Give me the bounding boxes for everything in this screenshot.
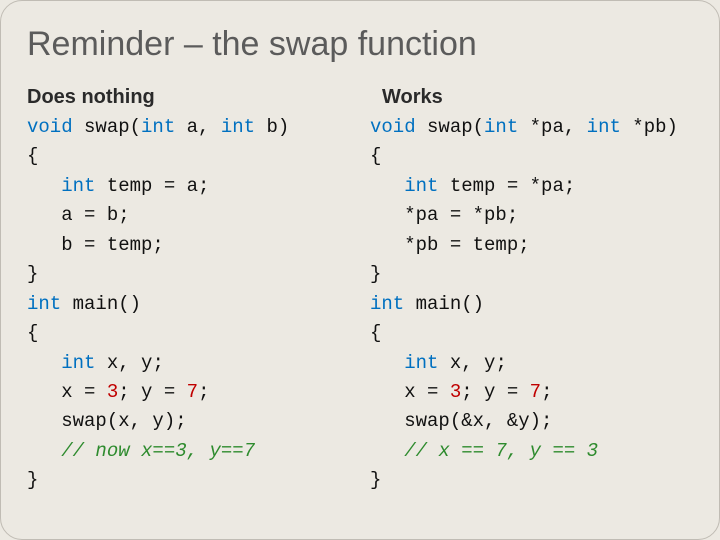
kw-int: int <box>221 116 255 138</box>
kw-void: void <box>27 116 73 138</box>
slide: Reminder – the swap function Does nothin… <box>0 0 720 540</box>
txt: main() <box>404 293 484 315</box>
txt: { <box>27 322 38 344</box>
comment: // x == 7, y == 3 <box>404 440 598 462</box>
txt: *pa, <box>518 116 586 138</box>
kw-int: int <box>587 116 621 138</box>
txt: swap(&x, &y); <box>370 410 552 432</box>
txt: b = temp; <box>27 234 164 256</box>
txt: temp = a; <box>95 175 209 197</box>
txt: ; <box>198 381 209 403</box>
comment: // now x==3, y==7 <box>61 440 255 462</box>
txt: } <box>27 469 38 491</box>
txt: swap( <box>73 116 141 138</box>
txt: x = <box>370 381 450 403</box>
kw-int: int <box>370 293 404 315</box>
right-column: Works void swap(int *pa, int *pb) { int … <box>368 86 705 496</box>
kw-void: void <box>370 116 416 138</box>
kw-int: int <box>61 175 95 197</box>
txt: x, y; <box>95 352 163 374</box>
txt: main() <box>61 293 141 315</box>
txt: *pa = *pb; <box>370 204 518 226</box>
txt: } <box>370 263 381 285</box>
txt: x = <box>27 381 107 403</box>
num-3: 3 <box>450 381 461 403</box>
kw-int: int <box>61 352 95 374</box>
txt: ; y = <box>461 381 529 403</box>
txt: x, y; <box>438 352 506 374</box>
txt: *pb = temp; <box>370 234 530 256</box>
txt: } <box>27 263 38 285</box>
num-7: 7 <box>530 381 541 403</box>
right-heading: Works <box>370 86 705 109</box>
left-code: void swap(int a, int b) { int temp = a; … <box>27 113 360 496</box>
txt: swap(x, y); <box>27 410 187 432</box>
kw-int: int <box>141 116 175 138</box>
txt: *pb) <box>621 116 678 138</box>
txt: ; y = <box>118 381 186 403</box>
txt: { <box>370 145 381 167</box>
txt: ; <box>541 381 552 403</box>
kw-int: int <box>484 116 518 138</box>
txt: swap( <box>416 116 484 138</box>
left-heading: Does nothing <box>27 86 360 109</box>
txt: a = b; <box>27 204 130 226</box>
kw-int: int <box>404 175 438 197</box>
txt: b) <box>255 116 289 138</box>
right-code: void swap(int *pa, int *pb) { int temp =… <box>370 113 705 496</box>
txt: a, <box>175 116 221 138</box>
num-3: 3 <box>107 381 118 403</box>
code-columns: Does nothing void swap(int a, int b) { i… <box>23 86 697 496</box>
kw-int: int <box>27 293 61 315</box>
txt: temp = *pa; <box>438 175 575 197</box>
num-7: 7 <box>187 381 198 403</box>
slide-title: Reminder – the swap function <box>27 25 697 64</box>
txt: } <box>370 469 381 491</box>
txt: { <box>27 145 38 167</box>
left-column: Does nothing void swap(int a, int b) { i… <box>23 86 360 496</box>
txt: { <box>370 322 381 344</box>
kw-int: int <box>404 352 438 374</box>
